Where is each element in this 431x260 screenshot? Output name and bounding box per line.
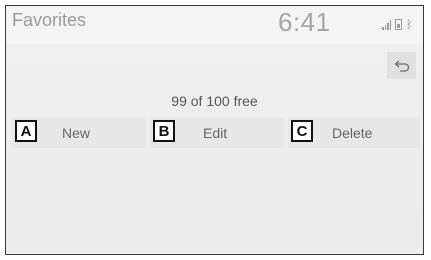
back-button[interactable] xyxy=(387,52,416,79)
callout-marker-b: B xyxy=(153,120,175,142)
delete-label: Delete xyxy=(332,125,373,141)
callout-marker-a: A xyxy=(15,120,37,142)
free-count-text: 99 of 100 free xyxy=(171,93,258,109)
callout-marker-c: C xyxy=(291,120,313,142)
favorites-screen: Favorites 6:41 ᛒ 99 of 100 free New Edit… xyxy=(5,5,424,255)
back-arrow-icon xyxy=(394,60,409,72)
clock: 6:41 xyxy=(278,7,331,37)
signal-icon xyxy=(382,20,391,30)
battery-icon xyxy=(395,19,402,30)
status-bar: ᛒ xyxy=(382,16,418,31)
bluetooth-icon: ᛒ xyxy=(406,19,413,31)
screen-title: Favorites xyxy=(12,10,87,30)
new-label: New xyxy=(62,125,91,141)
edit-label: Edit xyxy=(203,125,228,141)
